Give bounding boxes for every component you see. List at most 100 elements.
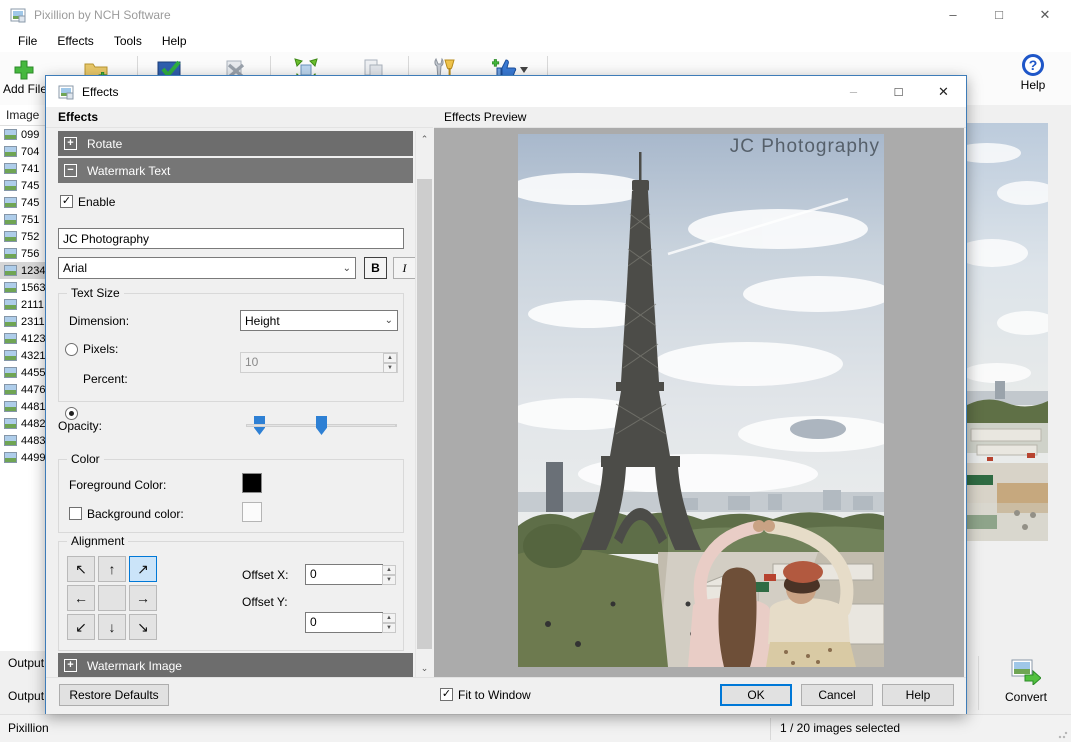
color-legend: Color xyxy=(67,452,104,466)
section-watermark-image[interactable]: + Watermark Image xyxy=(58,653,413,678)
list-item-label: 745 xyxy=(21,180,39,192)
image-thumb-icon xyxy=(4,129,17,140)
align-center-button[interactable] xyxy=(98,585,126,611)
list-item-label: 745 xyxy=(21,197,39,209)
scroll-up-icon[interactable]: ⌃ xyxy=(416,131,433,148)
list-item-label: 4499 xyxy=(21,452,45,464)
pixels-label: Pixels: xyxy=(83,342,118,356)
bold-button[interactable]: B xyxy=(364,257,387,279)
close-button[interactable]: ✕ xyxy=(1022,0,1068,30)
align-top-left-button[interactable]: ↖ xyxy=(67,556,95,582)
section-rotate-label: Rotate xyxy=(87,137,122,151)
pixels-spinner[interactable]: ▲▼ xyxy=(383,353,397,372)
dialog-maximize-button[interactable]: □ xyxy=(876,76,921,107)
image-thumb-icon xyxy=(4,231,17,242)
spin-up-icon[interactable]: ▲ xyxy=(382,565,396,575)
section-watermark-text[interactable]: − Watermark Text xyxy=(58,158,413,183)
spin-down-icon[interactable]: ▼ xyxy=(383,363,397,373)
list-item-label: 4481 xyxy=(21,401,45,413)
offset-x-label: Offset X: xyxy=(242,568,288,582)
help-icon: ? xyxy=(1022,54,1044,76)
pixels-radio[interactable] xyxy=(65,343,78,356)
pixels-input[interactable]: 10 ▲▼ xyxy=(240,352,398,373)
window-title: Pixillion by NCH Software xyxy=(34,8,171,22)
dialog-minimize-button[interactable]: – xyxy=(831,76,876,107)
image-thumb-icon xyxy=(4,401,17,412)
background-color-swatch[interactable] xyxy=(242,502,262,522)
chevron-down-icon: ⌄ xyxy=(343,263,351,274)
expand-icon[interactable]: + xyxy=(64,659,77,672)
offset-y-input[interactable]: 0 ▲▼ xyxy=(305,612,383,633)
background-color-label: Background color: xyxy=(87,507,184,521)
opacity-slider[interactable] xyxy=(246,415,396,435)
spin-up-icon[interactable]: ▲ xyxy=(382,613,396,623)
spin-up-icon[interactable]: ▲ xyxy=(383,353,397,363)
align-left-button[interactable]: ← xyxy=(67,585,95,611)
restore-defaults-button[interactable]: Restore Defaults xyxy=(59,684,169,706)
offset-x-spinner[interactable]: ▲▼ xyxy=(382,565,396,584)
dimension-select[interactable]: Height⌄ xyxy=(240,310,398,331)
dialog-title: Effects xyxy=(82,85,118,99)
help-toolbar-button[interactable]: ? Help xyxy=(1009,54,1057,92)
list-item-label: 4123 xyxy=(21,333,45,345)
list-item-label: 704 xyxy=(21,146,39,158)
spin-down-icon[interactable]: ▼ xyxy=(382,623,396,633)
image-thumb-icon xyxy=(4,299,17,310)
dialog-titlebar[interactable]: Effects – □ ✕ xyxy=(46,76,966,107)
add-file-button[interactable] xyxy=(8,56,40,84)
foreground-color-swatch[interactable] xyxy=(242,473,262,493)
enable-checkbox[interactable] xyxy=(60,195,73,208)
list-item-label: 1234 xyxy=(21,265,45,277)
expand-icon[interactable]: + xyxy=(64,137,77,150)
menu-item-tools[interactable]: Tools xyxy=(104,31,152,51)
minimize-button[interactable]: – xyxy=(930,0,976,30)
menu-item-effects[interactable]: Effects xyxy=(47,31,103,51)
eiffel-tower-photo xyxy=(518,134,884,667)
section-watermark-text-label: Watermark Text xyxy=(87,164,170,178)
maximize-button[interactable]: □ xyxy=(976,0,1022,30)
output-folder-label: Output F xyxy=(8,689,45,703)
align-bottom-right-button[interactable]: ↘ xyxy=(129,614,157,640)
align-bottom-button[interactable]: ↓ xyxy=(98,614,126,640)
section-rotate[interactable]: + Rotate xyxy=(58,131,413,156)
align-bottom-left-button[interactable]: ↙ xyxy=(67,614,95,640)
ok-button[interactable]: OK xyxy=(720,684,792,706)
align-top-button[interactable]: ↑ xyxy=(98,556,126,582)
image-thumb-icon xyxy=(4,146,17,157)
watermark-text-input[interactable]: JC Photography xyxy=(58,228,404,249)
offset-x-input[interactable]: 0 ▲▼ xyxy=(305,564,383,585)
effects-scrollbar[interactable]: ⌃ ⌄ xyxy=(415,131,432,677)
image-thumb-icon xyxy=(4,214,17,225)
image-thumb-icon xyxy=(4,197,17,208)
opacity-slider-thumb[interactable] xyxy=(316,416,327,435)
cancel-button[interactable]: Cancel xyxy=(801,684,873,706)
opacity-label: Opacity: xyxy=(58,419,102,433)
effects-preview-pane: JC Photography xyxy=(434,128,964,677)
alignment-group: Alignment ↖↑↗←→↙↓↘ Offset X: 0 ▲▼ Offset… xyxy=(58,541,404,651)
background-color-checkbox[interactable] xyxy=(69,507,82,520)
collapse-icon[interactable]: − xyxy=(64,164,77,177)
spin-down-icon[interactable]: ▼ xyxy=(382,575,396,585)
list-item-label: 752 xyxy=(21,231,39,243)
align-right-button[interactable]: → xyxy=(129,585,157,611)
image-thumb-icon xyxy=(4,180,17,191)
convert-button[interactable]: Convert xyxy=(988,655,1064,711)
fit-to-window-checkbox[interactable] xyxy=(440,688,453,701)
dialog-close-button[interactable]: ✕ xyxy=(921,76,966,107)
scroll-down-icon[interactable]: ⌄ xyxy=(416,660,433,677)
font-select[interactable]: Arial⌄ xyxy=(58,257,356,279)
foreground-color-label: Foreground Color: xyxy=(69,478,166,492)
align-top-right-button[interactable]: ↗ xyxy=(129,556,157,582)
italic-button[interactable]: I xyxy=(393,257,416,279)
resize-grip[interactable] xyxy=(1058,729,1068,739)
chevron-down-icon xyxy=(520,67,528,73)
offset-y-label: Offset Y: xyxy=(242,595,288,609)
menu-item-help[interactable]: Help xyxy=(152,31,197,51)
dialog-help-button[interactable]: Help xyxy=(882,684,954,706)
menu-item-file[interactable]: File xyxy=(8,31,47,51)
list-item-label: 4321 xyxy=(21,350,45,362)
text-size-group: Text Size Dimension: Height⌄ Pixels: 10 … xyxy=(58,293,404,402)
statusbar-app-name: Pixillion xyxy=(8,721,49,735)
offset-y-spinner[interactable]: ▲▼ xyxy=(382,613,396,632)
scrollbar-thumb[interactable] xyxy=(417,179,432,649)
